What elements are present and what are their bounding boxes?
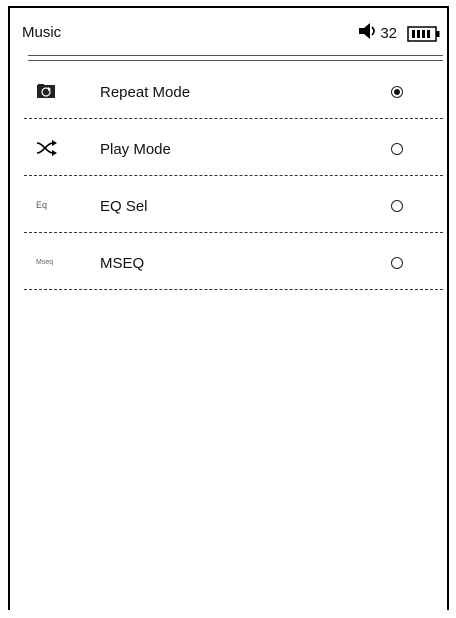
- menu-item-label: EQ Sel: [100, 198, 148, 215]
- settings-menu: Repeat Mode Play Mode Eq EQ Sel Mseq MSE: [24, 62, 443, 290]
- menu-item-label: MSEQ: [100, 255, 145, 272]
- status-area: 32: [357, 22, 441, 45]
- radio-button[interactable]: [391, 86, 403, 98]
- header-bar: Music 32: [10, 8, 447, 54]
- page-title: Music: [22, 24, 62, 41]
- menu-item-play-mode[interactable]: Play Mode: [24, 119, 443, 176]
- menu-item-label: Repeat Mode: [100, 84, 191, 101]
- eq-icon: Eq: [36, 200, 48, 210]
- volume-indicator: 32: [357, 22, 405, 45]
- mseq-icon: Mseq: [36, 258, 54, 266]
- repeat-icon: [36, 82, 60, 100]
- menu-item-repeat-mode[interactable]: Repeat Mode: [24, 62, 443, 119]
- radio-button[interactable]: [391, 200, 403, 212]
- shuffle-icon: [36, 139, 60, 157]
- device-screen: Music 32 Repeat Mode Play Mode Eq EQ Sel…: [8, 6, 449, 610]
- battery-icon: [407, 25, 441, 42]
- menu-item-label: Play Mode: [100, 141, 171, 158]
- menu-item-eq-sel[interactable]: Eq EQ Sel: [24, 176, 443, 233]
- radio-button[interactable]: [391, 143, 403, 155]
- speaker-icon: [357, 22, 379, 45]
- volume-value: 32: [380, 25, 397, 42]
- radio-button[interactable]: [391, 257, 403, 269]
- header-divider: [28, 55, 443, 61]
- menu-item-mseq[interactable]: Mseq MSEQ: [24, 233, 443, 290]
